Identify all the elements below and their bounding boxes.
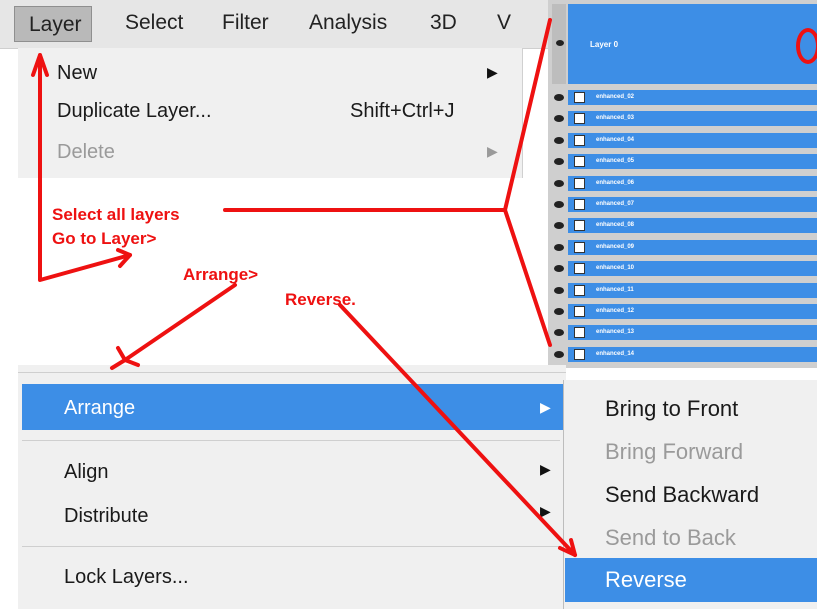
arrow-to-layer0	[503, 18, 552, 212]
annotation-arrows	[31, 18, 577, 557]
arrowhead	[110, 346, 140, 370]
arrow-to-layer14	[503, 208, 552, 347]
arrow-up-layer	[31, 53, 49, 187]
arrow-to-layer-menu	[38, 183, 132, 282]
arrow-to-arrange	[123, 283, 237, 362]
arrow-to-reverse	[338, 303, 577, 557]
